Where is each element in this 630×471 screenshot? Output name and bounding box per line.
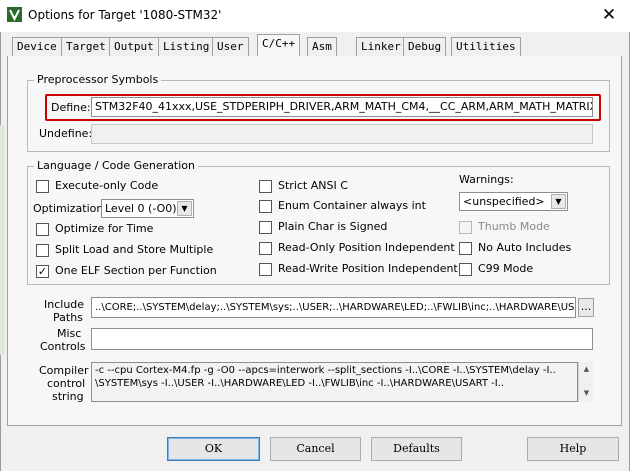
tab-target[interactable]: Target: [61, 37, 111, 56]
strict-ansi-label: Strict ANSI C: [278, 179, 348, 192]
define-input[interactable]: STM32F40_41xxx,USE_STDPERIPH_DRIVER,ARM_…: [91, 97, 593, 117]
plain-char-label: Plain Char is Signed: [278, 220, 388, 233]
close-icon[interactable]: ✕: [598, 5, 620, 25]
thumb-mode-checkbox[interactable]: [459, 221, 472, 234]
optimization-label: Optimization:: [33, 202, 108, 215]
include-paths-label: Include: [44, 298, 85, 311]
enum-int-label: Enum Container always int: [278, 199, 426, 212]
split-load-label: Split Load and Store Multiple: [55, 243, 214, 256]
optimize-time-checkbox[interactable]: [36, 223, 49, 236]
ropi-checkbox[interactable]: [259, 242, 272, 255]
preprocessor-group-title: Preprocessor Symbols: [34, 73, 162, 86]
c99-mode-checkbox[interactable]: [459, 263, 472, 276]
misc-controls-label-line2: Controls: [40, 340, 86, 353]
compiler-control-text: -c --cpu Cortex-M4.fp -g -O0 --apcs=inte…: [91, 362, 578, 402]
compiler-control-line-2: \SYSTEM\sys -I..\USER -I..\HARDWARE\LED …: [95, 378, 505, 389]
undefine-label: Undefine:: [39, 127, 93, 140]
misc-controls-input[interactable]: [91, 328, 593, 350]
ropi-label: Read-Only Position Independent: [278, 241, 455, 254]
tab-debug[interactable]: Debug: [403, 37, 447, 56]
no-auto-includes-label: No Auto Includes: [478, 241, 572, 254]
optimize-time-label: Optimize for Time: [55, 222, 154, 235]
undefine-input[interactable]: [91, 124, 593, 144]
window-title: Options for Target '1080-STM32': [28, 8, 222, 22]
rwpi-label: Read-Write Position Independent: [278, 262, 458, 275]
tab-listing[interactable]: Listing: [158, 37, 215, 56]
tab-linker[interactable]: Linker: [356, 37, 406, 56]
execute-only-label: Execute-only Code: [55, 179, 159, 192]
background-window-strip: [0, 125, 5, 355]
no-auto-includes-checkbox[interactable]: [459, 242, 472, 255]
optimization-select[interactable]: Level 0 (-O0) ▼: [101, 199, 194, 218]
one-elf-checkbox[interactable]: ✓: [36, 265, 49, 278]
chevron-down-icon: ▼: [177, 201, 192, 216]
compiler-control-label-line3: string: [52, 390, 84, 403]
compiler-control-line-1: -c --cpu Cortex-M4.fp -g -O0 --apcs=inte…: [95, 365, 556, 376]
warnings-label: Warnings:: [459, 173, 514, 186]
scroll-up-icon[interactable]: ▲: [581, 364, 592, 375]
tab-c-cpp[interactable]: C/C++: [257, 34, 301, 56]
defaults-button[interactable]: Defaults: [371, 437, 462, 461]
warnings-value: <unspecified>: [463, 195, 545, 208]
cancel-button[interactable]: Cancel: [270, 437, 361, 461]
rwpi-checkbox[interactable]: [259, 263, 272, 276]
split-load-checkbox[interactable]: [36, 244, 49, 257]
tab-output[interactable]: Output: [109, 37, 159, 56]
misc-controls-label: Misc: [57, 327, 82, 340]
thumb-mode-label: Thumb Mode: [478, 220, 550, 233]
help-button[interactable]: Help: [527, 437, 619, 461]
define-label: Define:: [51, 101, 91, 114]
one-elf-label: One ELF Section per Function: [55, 264, 217, 277]
optimization-value: Level 0 (-O0): [105, 202, 177, 215]
execute-only-checkbox[interactable]: [36, 180, 49, 193]
ok-button[interactable]: OK: [167, 437, 260, 461]
include-paths-label-line2: Paths: [53, 311, 83, 324]
compiler-control-scrollbar[interactable]: ▲ ▼: [578, 362, 593, 402]
plain-char-checkbox[interactable]: [259, 221, 272, 234]
include-paths-browse-button[interactable]: ...: [578, 298, 594, 317]
language-group-title: Language / Code Generation: [34, 159, 199, 172]
keil-uvision-icon: [7, 7, 22, 22]
compiler-control-label-line2: control: [47, 377, 86, 390]
strict-ansi-checkbox[interactable]: [259, 180, 272, 193]
tab-user[interactable]: User: [212, 37, 249, 56]
c99-mode-label: C99 Mode: [478, 262, 534, 275]
tab-device[interactable]: Device: [12, 37, 62, 56]
tab-utilities[interactable]: Utilities: [451, 37, 521, 56]
chevron-down-icon: ▼: [551, 194, 566, 209]
scroll-down-icon[interactable]: ▼: [581, 388, 592, 399]
tab-asm[interactable]: Asm: [307, 37, 337, 56]
include-paths-input[interactable]: ..\CORE;..\SYSTEM\delay;..\SYSTEM\sys;..…: [91, 297, 576, 318]
warnings-select[interactable]: <unspecified> ▼: [459, 192, 568, 211]
compiler-control-label: Compiler: [39, 364, 89, 377]
enum-int-checkbox[interactable]: [259, 200, 272, 213]
